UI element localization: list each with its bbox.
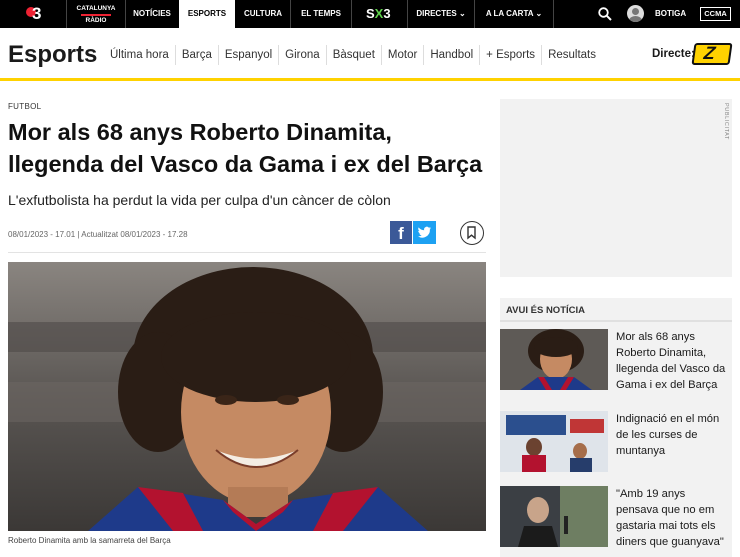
section-subnav: Última hora Barça Espanyol Girona Bàsque… — [104, 45, 602, 65]
article-dates: 08/01/2023 - 17.01 | Actualitzat 08/01/2… — [8, 230, 188, 239]
ad-label: PUBLICITAT — [723, 103, 729, 140]
player-portrait-image — [8, 262, 486, 531]
subnav-resultats[interactable]: Resultats — [541, 45, 602, 65]
facebook-share-button[interactable]: f — [390, 221, 412, 244]
subnav-handbol[interactable]: Handbol — [423, 45, 479, 65]
subnav-motor[interactable]: Motor — [380, 45, 423, 65]
radio-logo-stripe — [81, 14, 111, 16]
twitter-icon — [418, 226, 431, 238]
nav-noticies[interactable]: NOTÍCIES — [126, 0, 178, 28]
divider — [351, 0, 352, 28]
news-item-thumbnail[interactable] — [500, 329, 608, 390]
news-thumbnail-image — [500, 329, 608, 390]
subnav-espanyol[interactable]: Espanyol — [217, 45, 278, 65]
avui-es-noticia-panel: AVUI ÉS NOTÍCIA Mor als 68 anys Roberto … — [500, 298, 732, 557]
top-navigation-bar: 3 CATALUNYA RÀDIO NOTÍCIES ESPORTS CULTU… — [0, 0, 740, 28]
user-avatar-icon[interactable] — [627, 5, 644, 22]
news-item-title[interactable]: Indignació en el món de les curses de mu… — [616, 411, 728, 459]
news-item-title[interactable]: Mor als 68 anys Roberto Dinamita, llegen… — [616, 329, 728, 393]
nav-el-temps[interactable]: EL TEMPS — [291, 0, 351, 28]
article-kicker[interactable]: FUTBOL — [8, 102, 41, 111]
section-title[interactable]: Esports — [8, 41, 97, 69]
subnav-basquet[interactable]: Bàsquet — [325, 45, 381, 65]
news-panel-title: AVUI ÉS NOTÍCIA — [506, 305, 585, 316]
avatar-head — [632, 8, 639, 15]
nav-cultura[interactable]: CULTURA — [236, 0, 290, 28]
divider — [66, 0, 67, 28]
article-subhead: L'exfutbolista ha perdut la vida per cul… — [8, 192, 391, 208]
tv3-logo[interactable]: 3 — [26, 4, 48, 24]
subnav-barca[interactable]: Barça — [174, 45, 218, 65]
tv3-logo-text: 3 — [32, 4, 42, 23]
twitter-share-button[interactable] — [413, 221, 436, 244]
subnav-girona[interactable]: Girona — [278, 45, 326, 65]
sx3-logo-s: S — [366, 6, 375, 21]
nav-esports[interactable]: ESPORTS — [179, 0, 235, 28]
divider — [553, 0, 554, 28]
article-main-image[interactable] — [8, 262, 486, 531]
news-item-title[interactable]: "Amb 19 anys pensava que no em gastaria … — [616, 486, 728, 550]
news-item-thumbnail[interactable] — [500, 411, 608, 472]
search-icon[interactable] — [598, 7, 612, 21]
bookmark-icon — [467, 226, 476, 240]
ccma-logo[interactable]: CCMA — [700, 7, 731, 21]
news-thumbnail-image — [500, 486, 608, 547]
news-item-thumbnail[interactable] — [500, 486, 608, 547]
sx3-logo-3: 3 — [383, 6, 391, 21]
image-caption: Roberto Dinamita amb la samarreta del Ba… — [8, 536, 171, 545]
subnav-ultima-hora[interactable]: Última hora — [104, 45, 175, 65]
advertisement-slot[interactable]: PUBLICITAT — [500, 99, 732, 277]
botiga-link[interactable]: BOTIGA — [655, 0, 686, 28]
sx3-logo[interactable]: SX3 — [366, 6, 391, 21]
section-header: Esports Última hora Barça Espanyol Giron… — [0, 28, 740, 81]
nav-a-la-carta-dropdown[interactable]: A LA CARTA ⌄ — [475, 0, 553, 28]
nav-directes-dropdown[interactable]: DIRECTES ⌄ — [408, 0, 474, 28]
avatar-body — [629, 16, 642, 22]
article-divider — [8, 252, 486, 253]
radio-logo-line1: CATALUNYA — [76, 5, 116, 12]
news-panel-header: AVUI ÉS NOTÍCIA — [500, 298, 732, 322]
esport3-logo-letter: Z — [702, 43, 717, 63]
facebook-icon: f — [398, 224, 404, 243]
subnav-mes-esports[interactable]: + Esports — [479, 45, 541, 65]
save-bookmark-button[interactable] — [460, 221, 484, 245]
directe-label: Directe: — [652, 48, 695, 60]
article-headline: Mor als 68 anys Roberto Dinamita, llegen… — [8, 119, 483, 177]
news-thumbnail-image — [500, 411, 608, 472]
esport3-live-logo[interactable]: Z — [691, 43, 733, 65]
catalunya-radio-logo[interactable]: CATALUNYA RÀDIO — [75, 5, 117, 25]
radio-logo-line2: RÀDIO — [85, 17, 107, 24]
